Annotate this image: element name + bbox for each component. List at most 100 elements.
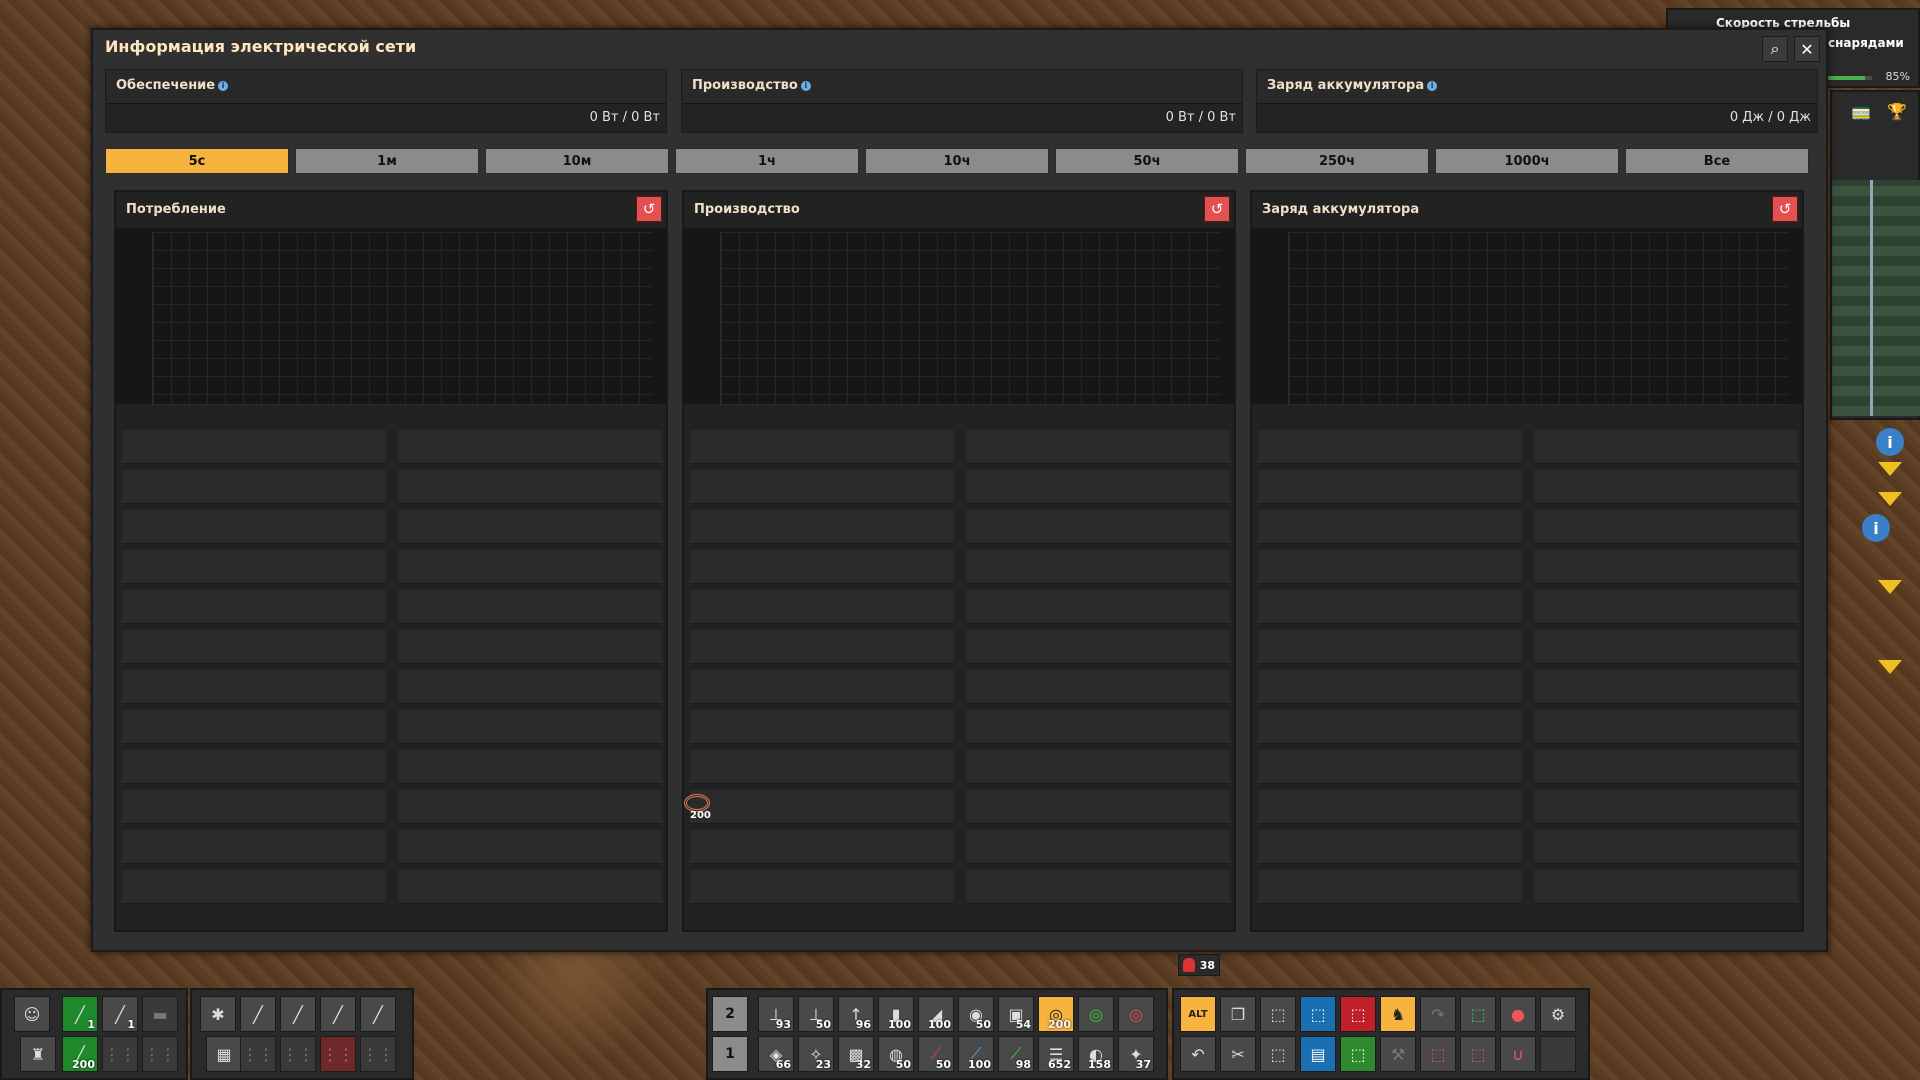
long-inserter-icon[interactable]: ⟋ 98: [998, 1036, 1034, 1072]
ammo-slot[interactable]: ⋮⋮: [142, 1036, 178, 1072]
paste-icon[interactable]: ⬚: [1260, 1036, 1296, 1072]
magnet-icon[interactable]: ∪: [1500, 1036, 1536, 1072]
blueprint-select-icon[interactable]: ⬚: [1300, 996, 1336, 1032]
list-row: [690, 590, 1230, 624]
green-wire-icon[interactable]: ◎: [1078, 996, 1114, 1032]
list-row: [1258, 470, 1798, 504]
wrench-icon[interactable]: ⚒: [1380, 1036, 1416, 1072]
list-row: [690, 750, 1230, 784]
tab-all[interactable]: Все: [1625, 148, 1809, 174]
empty-slot[interactable]: ⋮⋮: [320, 1036, 356, 1072]
quickbar-page-1[interactable]: 1: [712, 1036, 748, 1072]
ammo-slot[interactable]: ⋮⋮: [102, 1036, 138, 1072]
spidertron-slot[interactable]: ✱: [200, 996, 236, 1032]
info-alert-icon[interactable]: i: [1876, 428, 1904, 456]
trophy-icon[interactable]: 🏆: [1884, 98, 1910, 124]
character-slot[interactable]: ☺: [14, 996, 50, 1032]
circuit-icon[interactable]: ▣ 54: [998, 996, 1034, 1032]
info-alert-icon[interactable]: i: [1862, 514, 1890, 542]
deconstruct-icon[interactable]: ⬚: [1340, 996, 1376, 1032]
reset-button[interactable]: ↺: [636, 196, 662, 222]
pump-icon[interactable]: ◉ 50: [958, 996, 994, 1032]
pipe-icon[interactable]: ▮ 100: [878, 996, 914, 1032]
roboport-icon[interactable]: ▩ 32: [838, 1036, 874, 1072]
stat-accumulator: Заряд аккумулятора i 0 Дж / 0 Дж: [1256, 69, 1818, 133]
solar-icon[interactable]: ◍ 50: [878, 1036, 914, 1072]
tab-1m[interactable]: 1м: [295, 148, 479, 174]
gun-slot[interactable]: ╱: [240, 996, 276, 1032]
small-pole-icon[interactable]: ↑ 96: [838, 996, 874, 1032]
copper-cable-icon[interactable]: ◎ 200: [1038, 996, 1074, 1032]
toggle-personal-icon[interactable]: ♞: [1380, 996, 1416, 1032]
tab-50h[interactable]: 50ч: [1055, 148, 1239, 174]
empty-slot[interactable]: ⋮⋮: [280, 1036, 316, 1072]
grid-slot[interactable]: ▦: [206, 1036, 242, 1072]
lamp-icon[interactable]: ◐ 158: [1078, 1036, 1114, 1072]
list-cell: [966, 430, 1230, 464]
info-icon[interactable]: i: [800, 80, 811, 91]
reset-button[interactable]: ↺: [1204, 196, 1230, 222]
stat-production-bar: 0 Вт / 0 Вт: [682, 103, 1242, 132]
select-icon[interactable]: ⬚: [1260, 996, 1296, 1032]
red-select-icon[interactable]: ⬚: [1420, 1036, 1456, 1072]
inserter-icon[interactable]: ⟋ 50: [918, 1036, 954, 1072]
empty-slot[interactable]: ⋮⋮: [240, 1036, 276, 1072]
search-icon: ⌕: [1770, 39, 1780, 58]
fast-inserter-icon[interactable]: ⟋ 100: [958, 1036, 994, 1072]
red-wire-icon[interactable]: ◎: [1118, 996, 1154, 1032]
pipe-to-ground-icon[interactable]: ◢ 100: [918, 996, 954, 1032]
empty-slot[interactable]: ⋮⋮: [360, 1036, 396, 1072]
upgrade-icon[interactable]: ⬚: [1460, 996, 1496, 1032]
rail-icon[interactable]: ☰ 652: [1038, 1036, 1074, 1072]
turret-icon[interactable]: ✦ 37: [1118, 1036, 1154, 1072]
window-titlebar[interactable]: Информация электрической сети ⌕ ✕: [93, 30, 1826, 66]
tip-icon[interactable]: ●: [1500, 996, 1536, 1032]
list-cell: [1534, 790, 1798, 824]
ammo-slot[interactable]: ╱ 200: [62, 1036, 98, 1072]
radar-icon[interactable]: ✧ 23: [798, 1036, 834, 1072]
mining-drill-icon[interactable]: ◈ 66: [758, 1036, 794, 1072]
medium-pole-icon[interactable]: ⊥ 50: [798, 996, 834, 1032]
gun-icon: ╱: [373, 1004, 383, 1024]
list-cell: [966, 870, 1230, 904]
tab-250h[interactable]: 250ч: [1245, 148, 1429, 174]
empty-slot-icon[interactable]: [1540, 1036, 1576, 1072]
list-row: [1258, 430, 1798, 464]
gun-slot[interactable]: ╱: [280, 996, 316, 1032]
search-button[interactable]: ⌕: [1762, 36, 1788, 62]
list-cell: [1258, 790, 1522, 824]
train-icon[interactable]: 🚃: [1848, 98, 1874, 124]
info-icon[interactable]: i: [218, 80, 229, 91]
tab-1h[interactable]: 1ч: [675, 148, 859, 174]
alt-mode-icon[interactable]: ALT: [1180, 996, 1216, 1032]
gun-slot[interactable]: ╱: [320, 996, 356, 1032]
copy-icon[interactable]: ❐: [1220, 996, 1256, 1032]
minimap[interactable]: [1832, 180, 1920, 416]
tab-10m[interactable]: 10м: [485, 148, 669, 174]
gun-slot[interactable]: ╱: [360, 996, 396, 1032]
green-select-icon[interactable]: ⬚: [1340, 1036, 1376, 1072]
list-cell: [690, 870, 954, 904]
weapon-slot[interactable]: ╱ 1: [102, 996, 138, 1032]
close-button[interactable]: ✕: [1794, 36, 1820, 62]
big-pole-icon[interactable]: ⊥ 93: [758, 996, 794, 1032]
info-icon[interactable]: i: [1427, 80, 1438, 91]
cut-icon[interactable]: ✂: [1220, 1036, 1256, 1072]
research-percent: 85%: [1885, 70, 1910, 83]
reset-button[interactable]: ↺: [1772, 196, 1798, 222]
blueprint-book-icon[interactable]: ▤: [1300, 1036, 1336, 1072]
red-select-icon[interactable]: ⬚: [1460, 1036, 1496, 1072]
grenade-counter: 38: [1178, 954, 1220, 976]
tab-10h[interactable]: 10ч: [865, 148, 1049, 174]
planner-icon[interactable]: ⚙: [1540, 996, 1576, 1032]
weapon-slot[interactable]: ▬: [142, 996, 178, 1032]
panel-accumulator: Заряд аккумулятора ↺: [1250, 190, 1804, 932]
weapon-slot[interactable]: ╱ 1: [62, 996, 98, 1032]
undo-icon[interactable]: ↶: [1180, 1036, 1216, 1072]
list-row: [690, 790, 1230, 824]
tab-5s[interactable]: 5с: [105, 148, 289, 174]
armor-slot[interactable]: ♜: [20, 1036, 56, 1072]
undo-arc-icon[interactable]: ↷: [1420, 996, 1456, 1032]
tab-1000h[interactable]: 1000ч: [1435, 148, 1619, 174]
quickbar-page-2[interactable]: 2: [712, 996, 748, 1032]
